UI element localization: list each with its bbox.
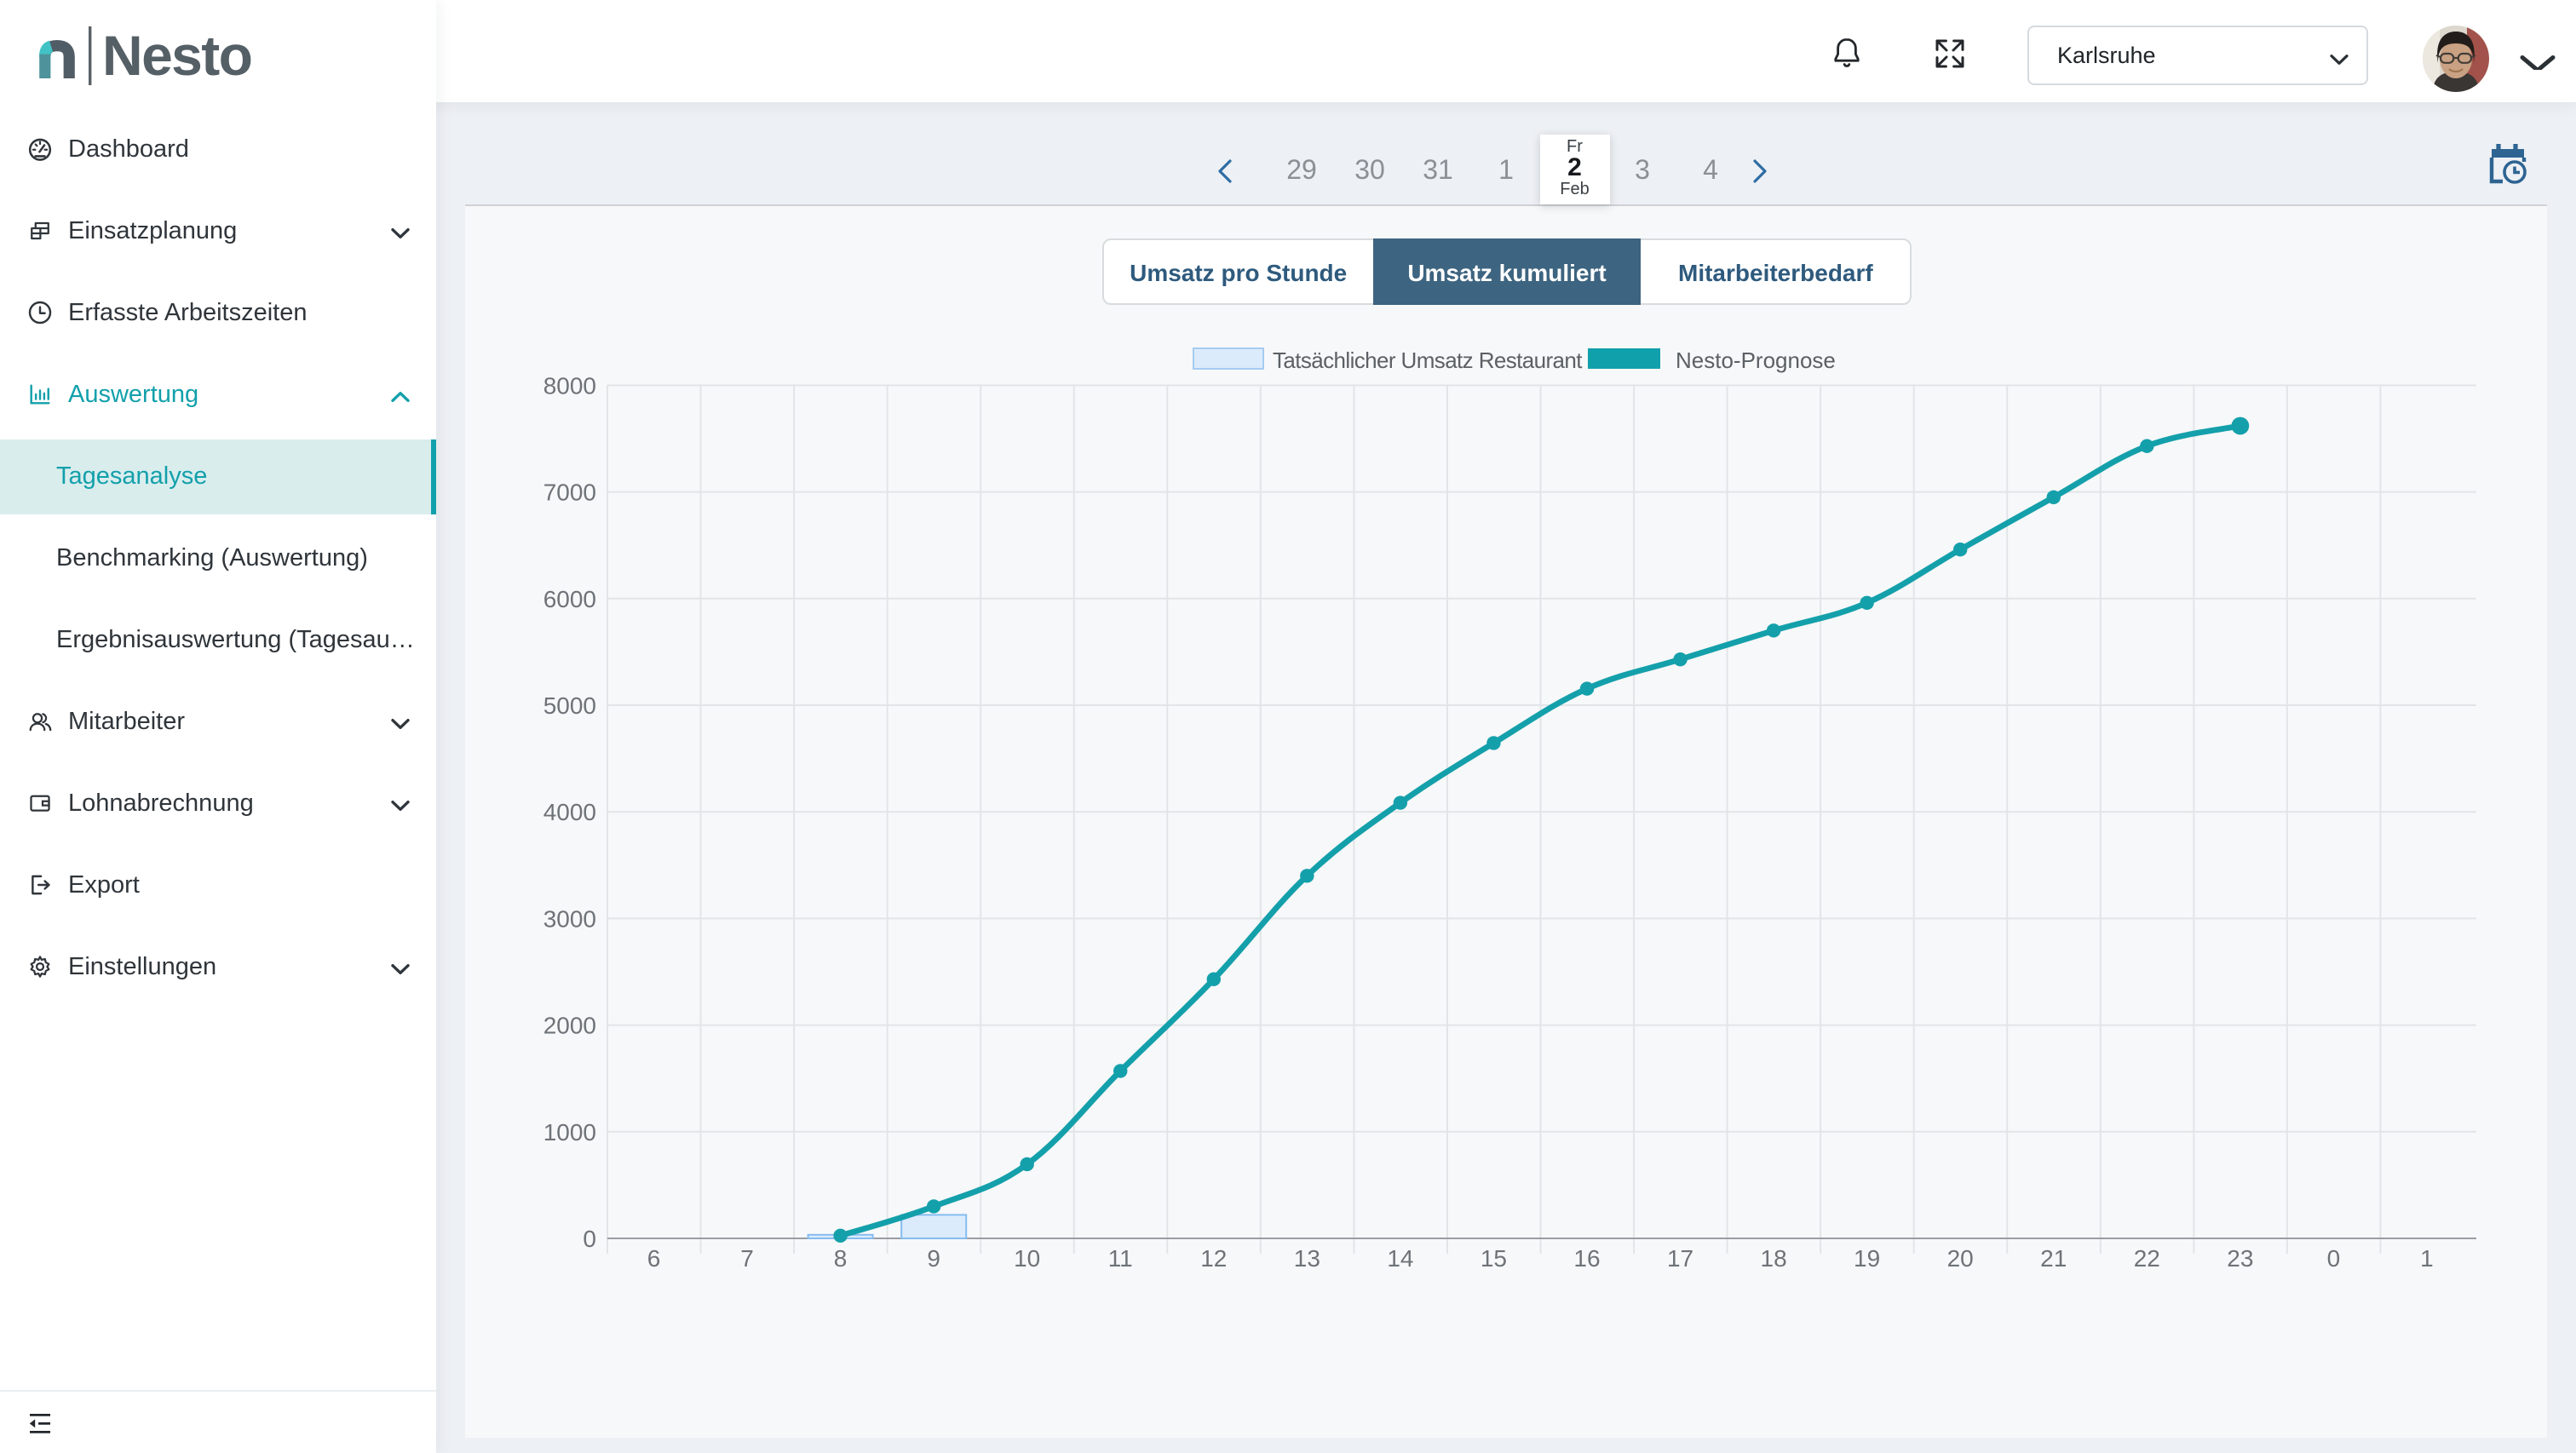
svg-text:7000: 7000: [543, 480, 596, 506]
svg-text:21: 21: [2040, 1245, 2067, 1272]
svg-text:9: 9: [927, 1245, 940, 1272]
svg-text:10: 10: [1014, 1245, 1040, 1272]
svg-text:6: 6: [647, 1245, 661, 1272]
svg-text:22: 22: [2134, 1245, 2160, 1272]
svg-text:15: 15: [1481, 1245, 1507, 1272]
svg-text:0: 0: [583, 1226, 596, 1252]
svg-text:20: 20: [1947, 1245, 1974, 1272]
svg-text:17: 17: [1667, 1245, 1693, 1272]
svg-text:7: 7: [740, 1245, 754, 1272]
svg-text:11: 11: [1108, 1245, 1133, 1272]
svg-text:6000: 6000: [543, 586, 596, 612]
svg-text:5000: 5000: [543, 692, 596, 719]
svg-text:14: 14: [1387, 1245, 1413, 1272]
svg-text:1000: 1000: [543, 1119, 596, 1146]
svg-text:Nesto: Nesto: [102, 26, 251, 87]
svg-text:2000: 2000: [543, 1013, 596, 1039]
svg-text:23: 23: [2227, 1245, 2253, 1272]
svg-text:4000: 4000: [543, 799, 596, 825]
svg-text:13: 13: [1294, 1245, 1320, 1272]
svg-text:0: 0: [2327, 1245, 2341, 1272]
svg-text:1: 1: [2420, 1245, 2434, 1272]
svg-text:8000: 8000: [543, 372, 596, 399]
svg-text:12: 12: [1200, 1245, 1227, 1272]
svg-text:18: 18: [1761, 1245, 1787, 1272]
svg-text:16: 16: [1573, 1245, 1600, 1272]
svg-text:8: 8: [834, 1245, 848, 1272]
svg-text:Tatsächlicher Umsatz Restauran: Tatsächlicher Umsatz Restaurant: [1273, 347, 1583, 373]
svg-text:3000: 3000: [543, 905, 596, 932]
svg-text:19: 19: [1854, 1245, 1880, 1272]
svg-text:Nesto-Prognose: Nesto-Prognose: [1676, 347, 1836, 373]
